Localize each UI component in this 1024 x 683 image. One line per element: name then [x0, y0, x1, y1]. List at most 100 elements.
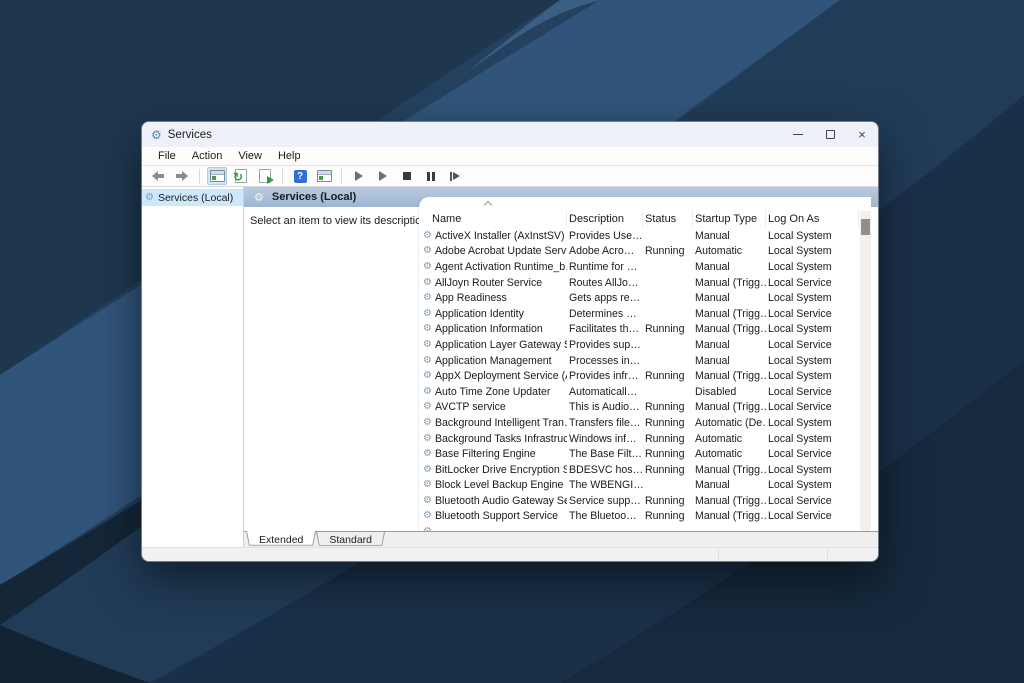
close-button[interactable]: × — [846, 122, 878, 147]
column-header-startup-type[interactable]: Startup Type — [693, 210, 766, 227]
help-button[interactable]: ? — [290, 167, 310, 185]
services-gear-icon: ⚙ — [151, 129, 162, 141]
service-status: Running — [643, 510, 693, 522]
service-description: Routes AllJo… — [567, 277, 643, 289]
pause-service-button[interactable] — [421, 167, 441, 185]
scrollbar-thumb[interactable] — [861, 219, 870, 235]
services-gear-icon: ⚙ — [423, 278, 432, 288]
service-row[interactable]: ⚙AppX Deployment Service (A… Provides in… — [419, 368, 859, 384]
start-service-button[interactable] — [349, 167, 369, 185]
status-bar-divider — [827, 550, 828, 559]
service-log-on-as: Local System — [766, 230, 859, 242]
title-bar[interactable]: ⚙ Services × — [142, 122, 878, 147]
column-header-log-on-as[interactable]: Log On As — [766, 210, 859, 227]
service-row[interactable]: ⚙Application Management Processes in… Ma… — [419, 353, 859, 369]
resume-service-button[interactable] — [373, 167, 393, 185]
service-description: The WBENGI… — [567, 479, 643, 491]
console-content: ⚙ Services (Local) ⚙ Services (Local) Se… — [142, 187, 878, 547]
refresh-button[interactable]: ↻ — [231, 167, 251, 185]
service-log-on-as: Local System — [766, 417, 859, 429]
service-log-on-as: Local Service — [766, 401, 859, 413]
service-row[interactable]: ⚙Application Information Facilitates th…… — [419, 322, 859, 338]
menu-help[interactable]: Help — [270, 150, 309, 162]
restart-service-icon — [450, 172, 460, 181]
service-startup-type: Manual (Trigg… — [693, 495, 766, 507]
service-startup-type: Manual (Trigg… — [693, 323, 766, 335]
services-gear-icon: ⚙ — [423, 480, 432, 490]
services-gear-icon: ⚙ — [423, 356, 432, 366]
show-action-pane-button[interactable] — [314, 167, 334, 185]
service-name: Bluetooth Audio Gateway Se… — [435, 495, 567, 507]
service-status: Running — [643, 370, 693, 382]
services-list-panel: Name Description Status Startup Type Log… — [419, 197, 871, 531]
maximize-icon — [826, 130, 835, 139]
minimize-button[interactable] — [782, 122, 814, 147]
tab-standard[interactable]: Standard — [316, 532, 385, 547]
column-header-description[interactable]: Description — [567, 210, 643, 227]
column-header-name[interactable]: Name — [419, 210, 567, 227]
service-description: Runtime for … — [567, 261, 643, 273]
column-header-status[interactable]: Status — [643, 210, 693, 227]
menu-action[interactable]: Action — [184, 150, 231, 162]
description-hint: Select an item to view its description. — [250, 215, 430, 227]
tree-item-services-local[interactable]: ⚙ Services (Local) — [142, 189, 243, 206]
service-name: Bluetooth Support Service — [435, 510, 558, 522]
service-name: Application Information — [435, 323, 543, 335]
service-row[interactable]: ⚙Auto Time Zone Updater Automaticall… Di… — [419, 384, 859, 400]
service-row[interactable]: ⚙Background Intelligent Tran… Transfers … — [419, 415, 859, 431]
service-row[interactable]: ⚙AllJoyn Router Service Routes AllJo… Ma… — [419, 275, 859, 291]
service-startup-type: Manual (Trigg… — [693, 401, 766, 413]
show-console-tree-button[interactable] — [207, 167, 227, 185]
service-log-on-as: Local System — [766, 323, 859, 335]
service-row[interactable]: ⚙BitLocker Drive Encryption S… BDESVC ho… — [419, 462, 859, 478]
service-name: Application Management — [435, 355, 552, 367]
service-row[interactable]: ⚙Application Identity Determines … Manua… — [419, 306, 859, 322]
service-row[interactable]: ⚙App Readiness Gets apps re… Manual Loca… — [419, 290, 859, 306]
service-description: Facilitates th… — [567, 323, 643, 335]
service-description: Automaticall… — [567, 386, 643, 398]
vertical-scrollbar[interactable] — [860, 211, 871, 531]
service-description: Provides sup… — [567, 339, 643, 351]
window-title: Services — [168, 129, 212, 141]
restart-service-button[interactable] — [445, 167, 465, 185]
service-row[interactable]: ⚙Agent Activation Runtime_b… Runtime for… — [419, 259, 859, 275]
services-gear-icon: ⚙ — [423, 371, 432, 381]
menu-file[interactable]: File — [150, 150, 184, 162]
service-name: Auto Time Zone Updater — [435, 386, 550, 398]
service-status: Running — [643, 245, 693, 257]
back-button[interactable] — [148, 167, 168, 185]
service-row[interactable]: ⚙Adobe Acrobat Update Servi… Adobe Acro…… — [419, 244, 859, 260]
service-row[interactable]: ⚙Application Layer Gateway S… Provides s… — [419, 337, 859, 353]
stop-service-icon — [403, 172, 411, 180]
forward-button[interactable] — [172, 167, 192, 185]
service-row[interactable]: ⚙Bluetooth Audio Gateway Se… Service sup… — [419, 493, 859, 509]
service-row[interactable]: ⚙AVCTP service This is Audio… Running Ma… — [419, 400, 859, 416]
service-startup-type: Manual (Trigg… — [693, 277, 766, 289]
services-gear-icon: ⚙ — [423, 309, 432, 319]
service-description: The Bluetoo… — [567, 510, 643, 522]
service-name: BitLocker Drive Encryption S… — [435, 464, 567, 476]
maximize-button[interactable] — [814, 122, 846, 147]
service-row[interactable]: ⚙Bluetooth Support Service The Bluetoo… … — [419, 509, 859, 525]
service-status: Running — [643, 464, 693, 476]
menu-bar: File Action View Help — [142, 147, 878, 166]
service-log-on-as: Local Service — [766, 277, 859, 289]
extended-view: ⚙ Services (Local) Select an item to vie… — [244, 187, 878, 531]
service-name: Block Level Backup Engine S… — [435, 479, 567, 491]
minimize-icon — [793, 134, 803, 135]
stop-service-button[interactable] — [397, 167, 417, 185]
sort-ascending-icon — [484, 201, 492, 209]
service-name: Background Intelligent Tran… — [435, 417, 567, 429]
service-row-partial[interactable]: ⚙ — [419, 524, 859, 531]
export-list-button[interactable] — [255, 167, 275, 185]
service-log-on-as: Local System — [766, 292, 859, 304]
service-row[interactable]: ⚙Background Tasks Infrastruc… Windows in… — [419, 431, 859, 447]
pane-header-title: Services (Local) — [272, 191, 356, 203]
tab-extended[interactable]: Extended — [246, 532, 316, 547]
services-gear-icon: ⚙ — [423, 293, 432, 303]
service-description: The Base Filt… — [567, 448, 643, 460]
service-row[interactable]: ⚙Base Filtering Engine The Base Filt… Ru… — [419, 446, 859, 462]
menu-view[interactable]: View — [230, 150, 270, 162]
service-row[interactable]: ⚙Block Level Backup Engine S… The WBENGI… — [419, 478, 859, 494]
service-row[interactable]: ⚙ActiveX Installer (AxInstSV) Provides U… — [419, 228, 859, 244]
